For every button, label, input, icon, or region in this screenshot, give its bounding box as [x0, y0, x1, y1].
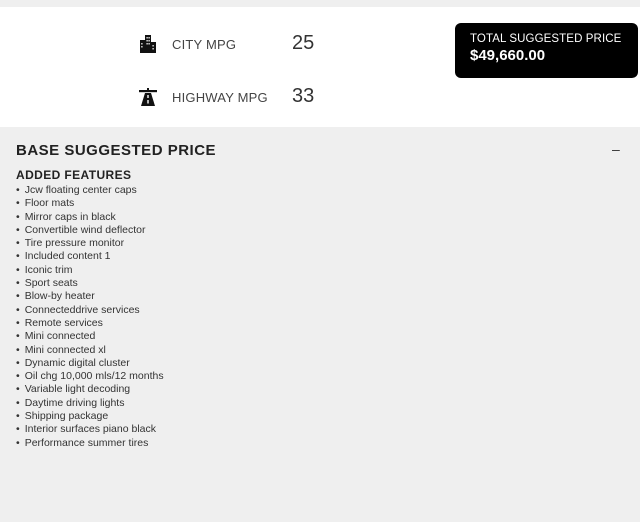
city-mpg-value: 25 [292, 32, 315, 54]
city-mpg-row: CITY MPG 25 [138, 30, 314, 58]
city-buildings-icon [138, 33, 158, 55]
feature-list: Jcw floating center caps Floor mats Mirr… [16, 184, 164, 450]
panel-title: BASE SUGGESTED PRICE [16, 142, 217, 159]
highway-mpg-value: 33 [292, 85, 315, 107]
total-price-box: TOTAL SUGGESTED PRICE $49,660.00 [455, 23, 638, 78]
highway-road-icon [138, 86, 158, 108]
list-item: Tire pressure monitor [16, 237, 164, 250]
list-item: Convertible wind deflector [16, 224, 164, 237]
list-item: Iconic trim [16, 264, 164, 277]
list-item: Mini connected [16, 330, 164, 343]
list-item: Connecteddrive services [16, 304, 164, 317]
features-heading: ADDED FEATURES [16, 168, 132, 182]
list-item: Variable light decoding [16, 383, 164, 396]
top-divider-strip [0, 0, 640, 7]
total-price-value: $49,660.00 [470, 47, 546, 64]
base-price-panel: BASE SUGGESTED PRICE – ADDED FEATURES Jc… [0, 127, 640, 522]
list-item: Remote services [16, 317, 164, 330]
list-item: Shipping package [16, 410, 164, 423]
list-item: Mirror caps in black [16, 211, 164, 224]
highway-mpg-label: HIGHWAY MPG [172, 89, 268, 105]
city-mpg-label: CITY MPG [172, 36, 237, 52]
list-item: Jcw floating center caps [16, 184, 164, 197]
list-item: Dynamic digital cluster [16, 357, 164, 370]
list-item: Daytime driving lights [16, 397, 164, 410]
total-price-label: TOTAL SUGGESTED PRICE [470, 33, 622, 45]
list-item: Performance summer tires [16, 437, 164, 450]
highway-mpg-row: HIGHWAY MPG 33 [138, 83, 314, 111]
list-item: Floor mats [16, 197, 164, 210]
list-item: Blow-by heater [16, 290, 164, 303]
list-item: Interior surfaces piano black [16, 423, 164, 436]
list-item: Sport seats [16, 277, 164, 290]
list-item: Included content 1 [16, 250, 164, 263]
list-item: Mini connected xl [16, 344, 164, 357]
list-item: Oil chg 10,000 mls/12 months [16, 370, 164, 383]
collapse-button[interactable]: – [612, 141, 620, 157]
